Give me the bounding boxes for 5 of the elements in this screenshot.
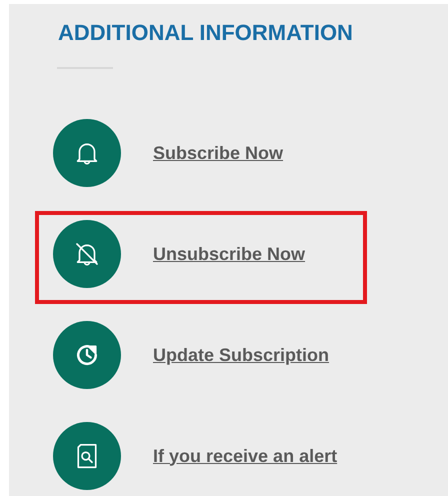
link[interactable]: If you receive an alert bbox=[153, 446, 338, 466]
link[interactable]: Subscribe Now bbox=[153, 142, 284, 164]
link[interactable]: Update Subscription bbox=[153, 344, 330, 366]
link[interactable]: Unsubscribe Now bbox=[153, 244, 306, 264]
section-heading: ADDITIONAL INFORMATION bbox=[57, 19, 354, 47]
